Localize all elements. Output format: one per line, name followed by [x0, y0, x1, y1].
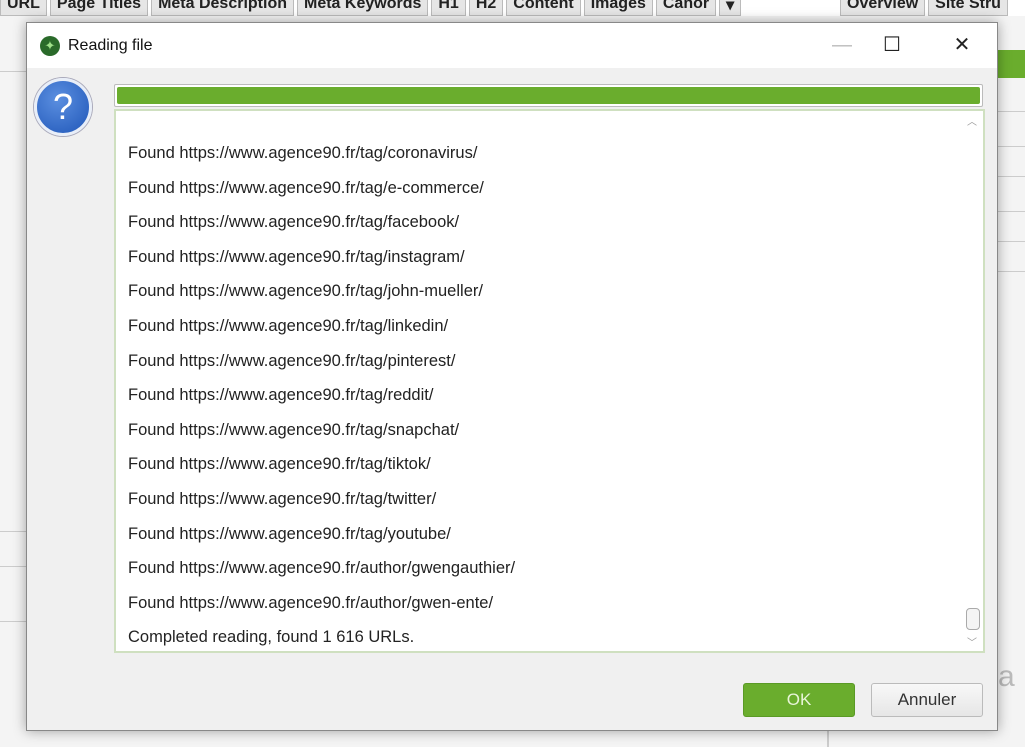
log-line: Found https://www.agence90.fr/author/gwe…	[128, 593, 494, 612]
tab-page-titles[interactable]: Page Titles	[49, 0, 149, 16]
progress-fill	[117, 87, 980, 104]
cancel-button[interactable]: Annuler	[871, 683, 983, 717]
log-line: Found https://www.agence90.fr/tag/tiktok…	[128, 455, 431, 474]
background-right-tabs: Overview Site Stru	[840, 0, 1008, 16]
tab-canonicals[interactable]: Canor	[655, 0, 717, 16]
log-line: Found https://www.agence90.fr/author/gwe…	[128, 559, 516, 578]
scroll-down-icon[interactable]: ﹀	[967, 634, 977, 649]
log-scrollbar[interactable]: ︿ ﹀	[963, 111, 983, 651]
tab-url[interactable]: URL	[0, 0, 47, 16]
tab-h2[interactable]: H2	[468, 0, 504, 16]
log-line: Found https://www.agence90.fr/tag/instag…	[128, 247, 465, 266]
log-line: Found https://www.agence90.fr/tag/corona…	[128, 144, 478, 162]
minimize-icon[interactable]: —	[819, 23, 865, 68]
maximize-icon[interactable]: ☐	[869, 23, 915, 68]
log-line: Found https://www.agence90.fr/tag/pinter…	[128, 351, 456, 370]
log-line: Found https://www.agence90.fr/tag/youtub…	[128, 524, 451, 543]
log-line: Found https://www.agence90.fr/tag/twitte…	[128, 489, 437, 508]
log-line: Found https://www.agence90.fr/tag/snapch…	[128, 420, 460, 439]
ok-button[interactable]: OK	[743, 683, 855, 717]
title-bar: ✦ Reading file — ☐ ✕	[27, 23, 997, 68]
background-green-header	[995, 50, 1025, 78]
scroll-up-icon[interactable]: ︿	[967, 113, 977, 128]
log-line: Found https://www.agence90.fr/tag/facebo…	[128, 213, 460, 232]
log-line: Found https://www.agence90.fr/tag/linked…	[128, 316, 449, 335]
log-line: Found https://www.agence90.fr/tag/e-comm…	[128, 178, 484, 197]
tab-meta-keywords[interactable]: Meta Keywords	[297, 0, 429, 16]
tab-overview[interactable]: Overview	[840, 0, 926, 16]
reading-file-dialog: ✦ Reading file — ☐ ✕ ? Found https://www…	[26, 22, 998, 731]
tab-h1[interactable]: H1	[431, 0, 466, 16]
close-icon[interactable]: ✕	[939, 23, 985, 68]
question-icon: ?	[34, 78, 92, 136]
tab-content[interactable]: Content	[506, 0, 581, 16]
tab-overflow-dropdown-icon[interactable]: ▾	[719, 0, 742, 16]
tab-images[interactable]: Images	[583, 0, 653, 16]
dialog-title: Reading file	[68, 36, 153, 54]
log-line: Completed reading, found 1 616 URLs.	[128, 628, 415, 647]
background-tab-bar: URL Page Titles Meta Description Meta Ke…	[0, 0, 742, 16]
scroll-thumb[interactable]	[966, 608, 980, 630]
progress-bar	[114, 84, 983, 107]
log-output: Found https://www.agence90.fr/tag/corona…	[114, 109, 985, 653]
log-lines: Found https://www.agence90.fr/tag/corona…	[128, 136, 515, 655]
background-partial-text: a	[998, 660, 1015, 693]
tab-site-structure[interactable]: Site Stru	[928, 0, 1008, 16]
tab-meta-description[interactable]: Meta Description	[151, 0, 294, 16]
log-line: Found https://www.agence90.fr/tag/john-m…	[128, 282, 483, 301]
log-line: Found https://www.agence90.fr/tag/reddit…	[128, 386, 434, 405]
app-frog-icon: ✦	[40, 35, 60, 56]
